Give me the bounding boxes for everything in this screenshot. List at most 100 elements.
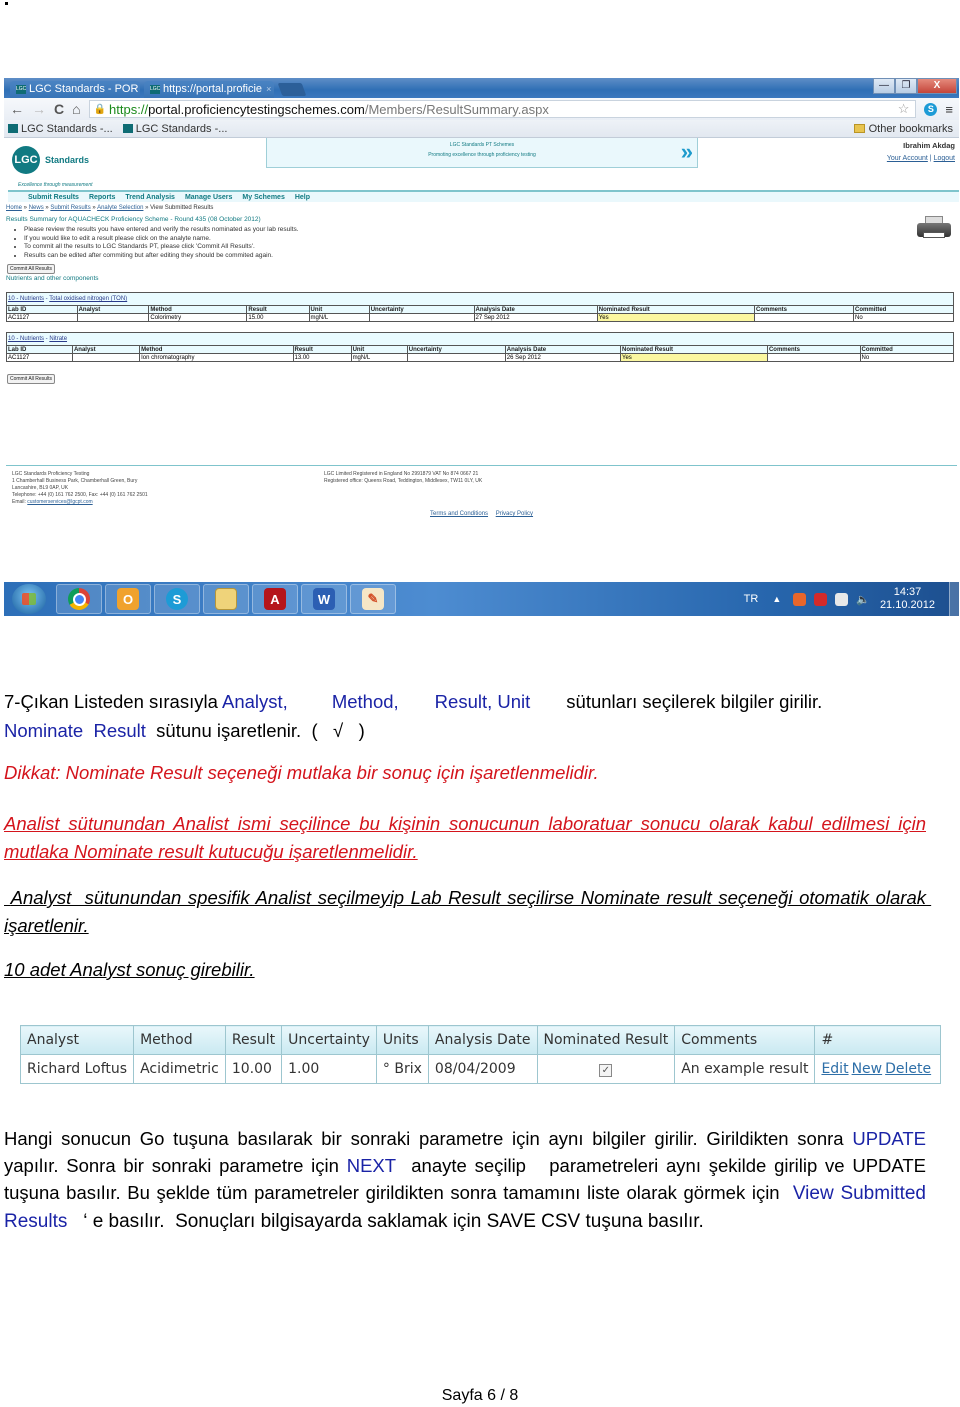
other-bookmarks[interactable]: Other bookmarks xyxy=(853,123,953,135)
commit-all-results-button[interactable]: Commit All Results xyxy=(7,264,55,274)
group-link[interactable]: 10 - Nutrients xyxy=(8,296,44,302)
url-host: portal.proficiencytestingschemes.com xyxy=(148,101,365,117)
col-analyst: Analyst xyxy=(71,345,141,354)
language-indicator[interactable]: TR xyxy=(744,593,759,605)
browser-tab[interactable]: LGC https://portal.proficie × xyxy=(144,81,274,98)
footer-links: Terms and Conditions Privacy Policy xyxy=(430,511,539,517)
close-window-button[interactable]: X xyxy=(917,78,957,94)
skype-icon: S xyxy=(166,588,188,610)
footer-line: Telephone: +44 (0) 161 762 2500, Fax: +4… xyxy=(12,492,148,498)
commit-all-results-button[interactable]: Commit All Results xyxy=(7,374,55,384)
cell-uncertainty xyxy=(406,353,506,362)
banner-subtitle: Promoting excellence through proficiency… xyxy=(428,152,536,158)
header-banner: LGC Standards PT Schemes Promoting excel… xyxy=(266,138,698,168)
col-comments: Comments xyxy=(674,1025,816,1055)
keyword-update: UPDATE xyxy=(852,1128,926,1149)
lgc-favicon-icon xyxy=(8,124,18,133)
group-link[interactable]: 10 - Nutrients xyxy=(8,336,44,342)
cell-committed: No xyxy=(859,353,954,362)
breadcrumb-home[interactable]: Home xyxy=(6,205,22,211)
bookmark-item[interactable]: LGC Standards -... xyxy=(122,123,227,135)
windows-taskbar: O S A W ✎ TR ▲ 🔈 14:37 21.10.2012 xyxy=(4,582,959,616)
outlook-icon: O xyxy=(117,588,139,610)
home-icon[interactable]: ⌂ xyxy=(72,101,80,117)
nav-trend-analysis[interactable]: Trend Analysis xyxy=(125,194,175,201)
col-analysis-date: Analysis Date xyxy=(427,1025,538,1055)
show-hidden-icons-icon[interactable]: ▲ xyxy=(772,594,781,604)
clock[interactable]: 14:37 21.10.2012 xyxy=(880,586,935,612)
taskbar-chrome[interactable] xyxy=(56,584,102,614)
bookmark-item[interactable]: LGC Standards -... xyxy=(8,123,113,135)
privacy-link[interactable]: Privacy Policy xyxy=(496,511,533,517)
analyte-link[interactable]: Total oxidised nitrogen (TON) xyxy=(49,296,127,302)
result-table: 10 - Nutrients - Total oxidised nitrogen… xyxy=(6,292,955,322)
analyte-link[interactable]: Nitrate xyxy=(49,336,67,342)
show-desktop-button[interactable] xyxy=(949,582,959,616)
delete-link[interactable]: Delete xyxy=(885,1061,931,1077)
terms-link[interactable]: Terms and Conditions xyxy=(430,511,488,517)
tray-app-icon[interactable] xyxy=(793,592,807,606)
page-number: Sayfa 6 / 8 xyxy=(441,1387,519,1404)
table-row: Richard Loftus Acidimetric 10.00 1.00 ° … xyxy=(19,1054,942,1084)
your-account-link[interactable]: Your Account xyxy=(887,155,928,162)
cell-result: 15.00 xyxy=(246,313,310,322)
volume-icon[interactable]: 🔈 xyxy=(856,593,870,606)
col-analysis-date: Analysis Date xyxy=(504,345,622,354)
url-input[interactable]: 🔒 https://portal.proficiencytestingschem… xyxy=(88,100,917,118)
minimize-button[interactable]: — xyxy=(873,78,895,94)
new-link[interactable]: New xyxy=(852,1061,883,1077)
close-tab-icon[interactable]: × xyxy=(266,84,271,94)
nominated-checkbox[interactable]: ✓ xyxy=(599,1064,613,1077)
cell-units: ° Brix xyxy=(375,1054,429,1084)
cell-analyst xyxy=(76,313,150,322)
printer-icon[interactable] xyxy=(917,216,951,244)
cell-unit: mgN/L xyxy=(350,353,408,362)
taskbar-paint[interactable]: ✎ xyxy=(350,584,396,614)
bookmark-star-icon[interactable]: ☆ xyxy=(898,101,910,117)
edit-link[interactable]: Edit xyxy=(821,1061,848,1077)
back-arrow-icon[interactable]: ← xyxy=(10,101,24,117)
new-tab-button[interactable] xyxy=(277,83,307,96)
folder-icon xyxy=(215,588,237,610)
col-analyst: Analyst xyxy=(76,305,150,314)
paint-icon: ✎ xyxy=(362,588,384,610)
instruction-item: Results can be edited after commiting bu… xyxy=(24,252,299,261)
maximize-button[interactable]: ❐ xyxy=(895,78,917,94)
forward-arrow-icon[interactable]: → xyxy=(32,101,46,117)
taskbar-word[interactable]: W xyxy=(301,584,347,614)
results-title: Results Summary for AQUACHECK Proficienc… xyxy=(6,216,261,223)
tray-antivirus-icon[interactable] xyxy=(814,592,828,606)
col-method: Method xyxy=(139,345,294,354)
taskbar-outlook[interactable]: O xyxy=(105,584,151,614)
battery-power-icon[interactable] xyxy=(835,592,849,606)
nav-reports[interactable]: Reports xyxy=(89,194,115,201)
breadcrumb-news[interactable]: News xyxy=(29,205,44,211)
taskbar-acrobat[interactable]: A xyxy=(252,584,298,614)
email-link[interactable]: customerservices@lgcpt.com xyxy=(27,499,92,505)
instruction-item: If you would like to edit a result pleas… xyxy=(24,235,299,244)
cell-comments xyxy=(753,313,854,322)
nav-manage-users[interactable]: Manage Users xyxy=(185,194,232,201)
sample-table-header: Analyst Method Result Uncertainty Units … xyxy=(19,1025,942,1055)
group-title: Nutrients and other components xyxy=(6,275,99,282)
nav-my-schemes[interactable]: My Schemes xyxy=(242,194,284,201)
taskbar-explorer[interactable] xyxy=(203,584,249,614)
breadcrumb-current: View Submitted Results xyxy=(150,205,214,211)
nav-help[interactable]: Help xyxy=(295,194,310,201)
menu-icon[interactable]: ≡ xyxy=(945,102,953,117)
col-nominated-result: Nominated Result xyxy=(596,305,755,314)
nav-submit-results[interactable]: Submit Results xyxy=(28,194,79,201)
breadcrumb-submit-results[interactable]: Submit Results xyxy=(50,205,90,211)
footer-line: 1 Chamberhall Business Park, Chamberhall… xyxy=(12,478,138,484)
start-button[interactable] xyxy=(12,584,46,614)
reload-icon[interactable]: C xyxy=(54,101,64,117)
taskbar-skype[interactable]: S xyxy=(154,584,200,614)
breadcrumb-analyte-selection[interactable]: Analyte Selection xyxy=(97,205,143,211)
cell-uncertainty: 1.00 xyxy=(281,1054,377,1084)
logout-link[interactable]: Logout xyxy=(934,155,955,162)
keyword-result-unit: Result, Unit xyxy=(434,691,531,712)
skype-extension-icon[interactable]: S xyxy=(924,102,938,116)
browser-titlebar: LGCLGC Standards - POR× LGChttps://porta… xyxy=(4,78,959,98)
browser-tab[interactable]: LGCLGC Standards - POR× xyxy=(10,81,140,98)
lgc-logo[interactable]: LGC Standards xyxy=(12,146,89,174)
